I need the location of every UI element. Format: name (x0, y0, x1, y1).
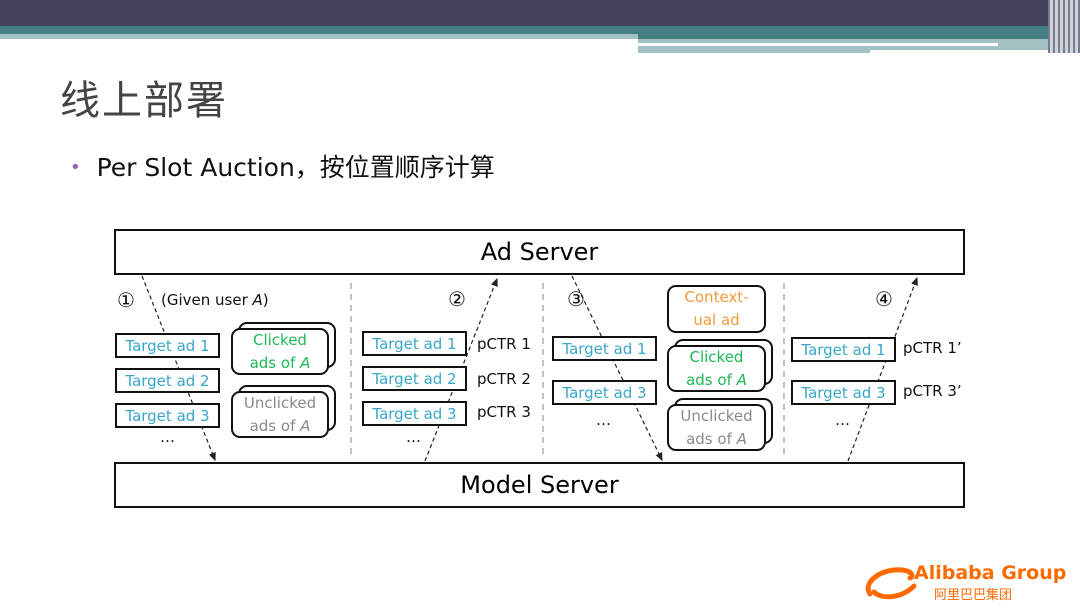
target-ad: Target ad 3 (362, 401, 467, 426)
pctr: pCTR 3 (477, 403, 531, 421)
pctr-prime: pCTR 3’ (903, 382, 962, 400)
target-ad: Target ad 2 (362, 366, 467, 391)
contextual-ad: Context-ual ad (667, 285, 766, 333)
ellipsis: … (596, 411, 611, 429)
pctr: pCTR 2 (477, 370, 531, 388)
ellipsis: … (835, 411, 850, 429)
logo-cn: 阿里巴巴集团 (934, 588, 1013, 603)
alibaba-smile-icon (865, 567, 917, 600)
arrow-step-3 (571, 275, 663, 462)
step-1: ① (117, 288, 135, 312)
pctr: pCTR 1 (477, 335, 531, 353)
clicked-ads: Clicked ads of A (231, 328, 329, 375)
target-ad: Target ad 3 (552, 380, 657, 405)
step-2: ② (448, 287, 466, 311)
target-ad: Target ad 3 (791, 380, 896, 405)
given-user-label: (Given user A) (161, 291, 269, 309)
target-ad: Target ad 1 (362, 331, 467, 356)
ellipsis: … (160, 428, 175, 446)
alibaba-logo: Alibaba Group 阿里巴巴集团 (862, 562, 1077, 604)
unclicked-ads: Unclicked ads of A (231, 391, 329, 438)
unclicked-ads: Unclicked ads of A (667, 404, 766, 451)
target-ad: Target ad 1 (791, 337, 896, 362)
step-4: ④ (875, 287, 893, 311)
clicked-ads: Clicked ads of A (667, 345, 766, 392)
target-ad: Target ad 2 (115, 368, 220, 393)
step-3: ③ (567, 287, 585, 311)
pctr-prime: pCTR 1’ (903, 339, 962, 357)
target-ad: Target ad 1 (115, 333, 220, 358)
target-ad: Target ad 3 (115, 403, 220, 428)
target-ad: Target ad 1 (552, 336, 657, 361)
logo-text: Alibaba Group (914, 562, 1067, 584)
ellipsis: … (406, 428, 421, 446)
